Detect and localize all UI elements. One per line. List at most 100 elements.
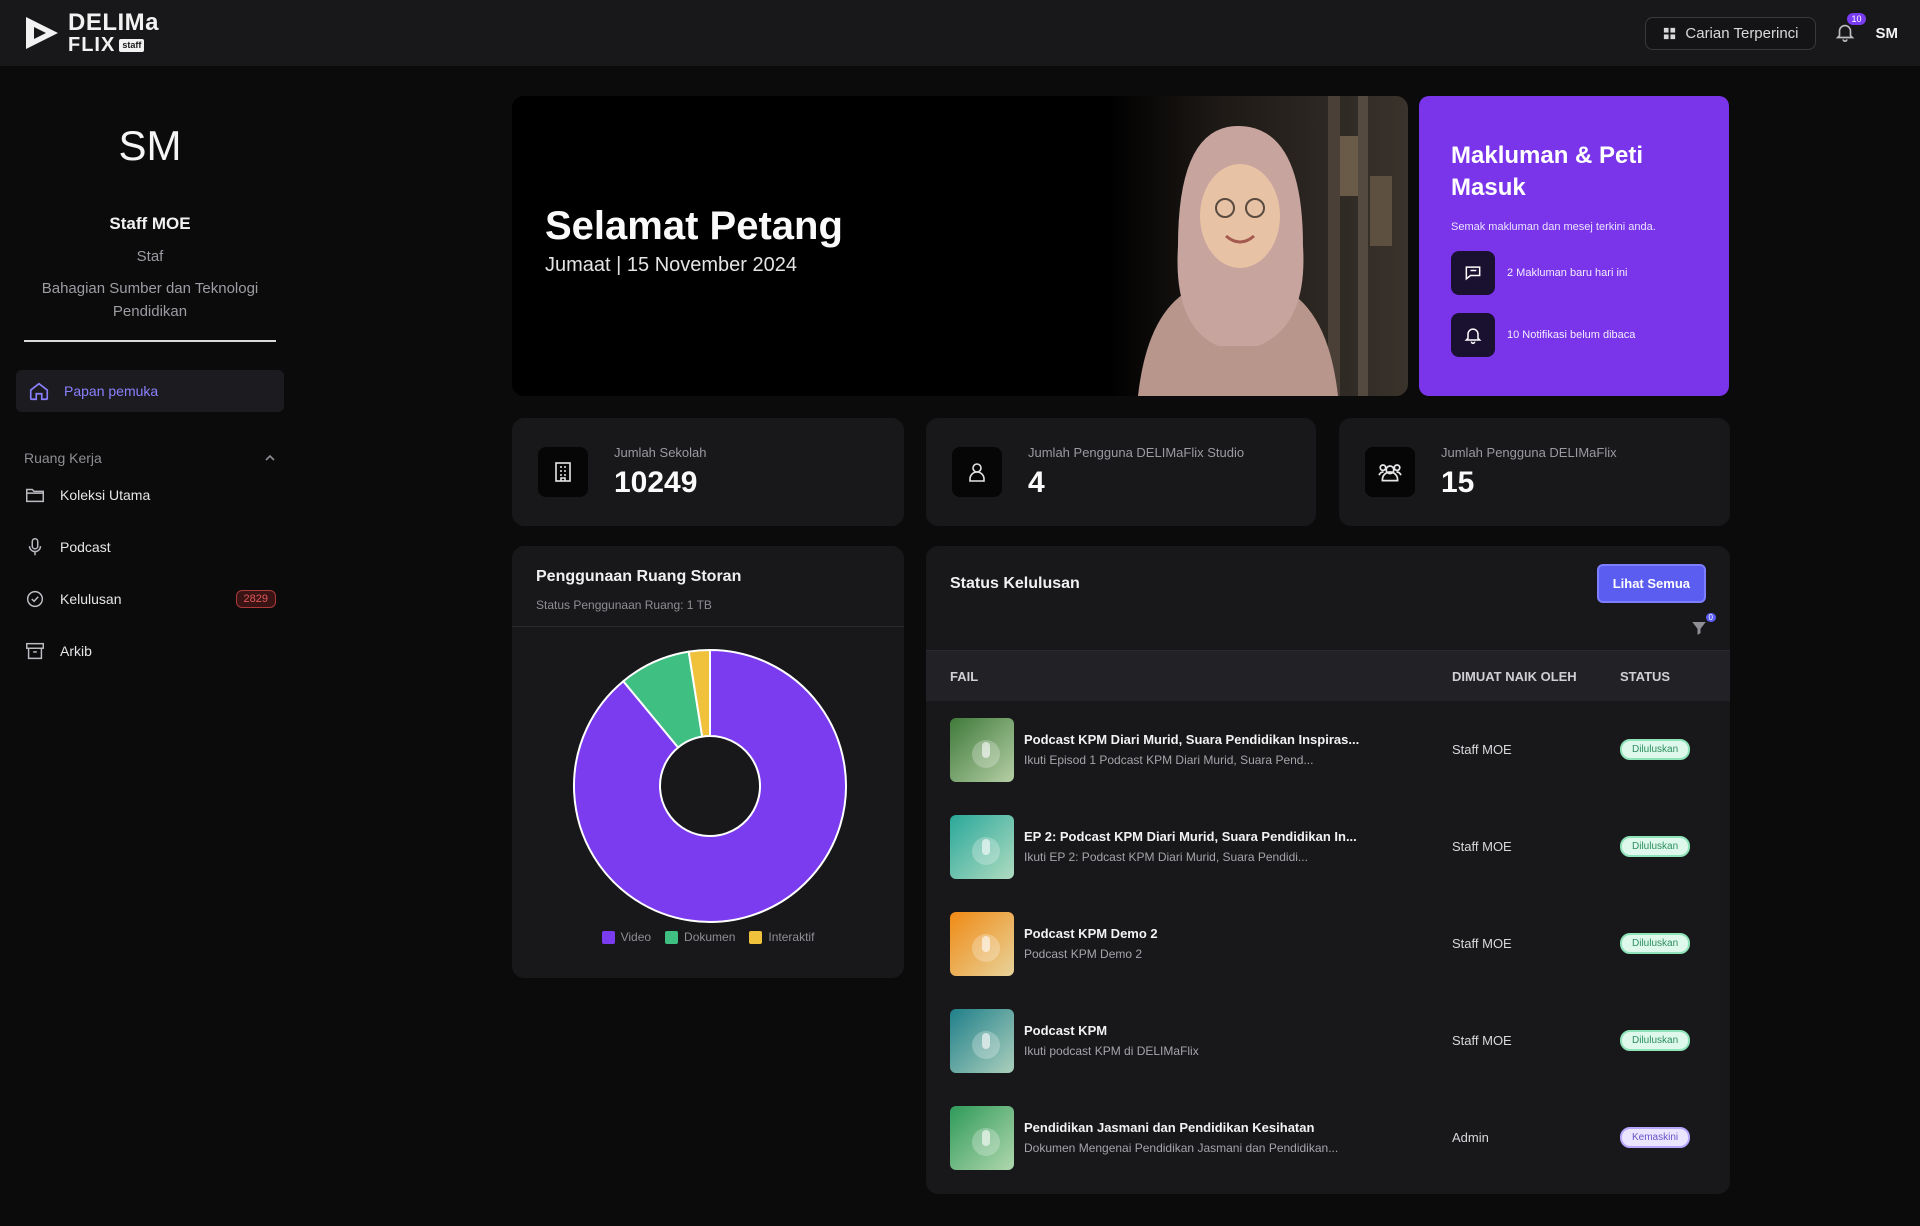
profile-role: Staf xyxy=(136,248,164,265)
notice-messages-text: 2 Makluman baru hari ini xyxy=(1507,266,1628,279)
legend-swatch xyxy=(601,930,615,944)
logo-text-delima: DELIMa xyxy=(68,9,160,36)
bell-icon xyxy=(1451,312,1495,357)
chart-legend: Video Dokumen Interaktif xyxy=(512,930,904,944)
storage-title: Penggunaan Ruang Storan xyxy=(536,568,742,585)
file-title: EP 2: Podcast KPM Diari Murid, Suara Pen… xyxy=(1024,829,1357,844)
filter-count-badge: 0 xyxy=(1705,613,1716,622)
greeting-date: Jumaat | 15 November 2024 xyxy=(545,254,798,276)
sidebar-item-label: Arkib xyxy=(60,642,92,659)
uploaded-by: Staff MOE xyxy=(1452,839,1512,854)
stat-label: Jumlah Sekolah xyxy=(614,444,707,460)
sidebar-item-label: Podcast xyxy=(60,538,111,555)
microphone-icon xyxy=(28,537,42,555)
file-description: Dokumen Mengenai Pendidikan Jasmani dan … xyxy=(1024,1141,1339,1155)
file-title: Podcast KPM Diari Murid, Suara Pendidika… xyxy=(1024,732,1360,747)
users-icon xyxy=(1365,447,1415,497)
file-thumbnail xyxy=(950,911,1014,976)
uploaded-by: Admin xyxy=(1452,1130,1489,1145)
notification-badge: 10 xyxy=(1847,13,1866,25)
profile-name: Staff MOE xyxy=(109,214,191,233)
check-circle-icon xyxy=(26,590,44,607)
archive-icon xyxy=(26,642,44,659)
sidebar-item-koleksi-utama[interactable]: Koleksi Utama xyxy=(16,472,284,518)
storage-subtitle: Status Penggunaan Ruang: 1 TB xyxy=(536,598,712,612)
sidebar: SM Staff MOE Staf Bahagian Sumber dan Te… xyxy=(0,66,300,1226)
notice-notifications-text: 10 Notifikasi belum dibaca xyxy=(1507,328,1636,341)
stat-value: 15 xyxy=(1441,465,1475,499)
column-header-status[interactable]: STATUS xyxy=(1620,669,1670,684)
table-header: FAIL DIMUAT NAIK OLEH STATUS xyxy=(926,651,1730,701)
notice-messages-row[interactable]: 2 Makluman baru hari ini xyxy=(1451,250,1697,295)
building-icon xyxy=(538,447,588,497)
delimaflix-logo[interactable]: DELIMa FLIX staff xyxy=(22,11,159,55)
notice-title: Makluman & Peti Masuk xyxy=(1451,142,1644,202)
user-icon xyxy=(952,447,1002,497)
top-bar: DELIMa FLIX staff Carian Terperinci 10 S… xyxy=(0,0,1920,66)
uploaded-by: Staff MOE xyxy=(1452,1033,1512,1048)
legend-item-interaktif[interactable]: Interaktif xyxy=(749,930,814,944)
user-avatar[interactable]: SM xyxy=(1876,25,1899,42)
workspace-section-toggle[interactable]: Ruang Kerja xyxy=(16,450,284,466)
table-row[interactable]: Podcast KPM Diari Murid, Suara Pendidika… xyxy=(926,701,1730,798)
sidebar-item-dashboard[interactable]: Papan pemuka xyxy=(16,369,284,412)
logo-staff-tag: staff xyxy=(119,38,145,52)
stat-label: Jumlah Pengguna DELIMaFlix Studio xyxy=(1028,444,1245,460)
legend-swatch xyxy=(749,930,763,944)
approval-status-card: Status Kelulusan Lihat Semua 0 FAIL DIMU… xyxy=(926,546,1730,1194)
legend-item-dokumen[interactable]: Dokumen xyxy=(665,930,735,944)
status-badge: Diluluskan xyxy=(1620,933,1691,954)
table-row[interactable]: Podcast KPM Demo 2 Podcast KPM Demo 2 St… xyxy=(926,895,1730,992)
workspace-label: Ruang Kerja xyxy=(24,449,102,466)
table-body: Podcast KPM Diari Murid, Suara Pendidika… xyxy=(926,701,1730,1186)
file-title: Podcast KPM xyxy=(1024,1023,1108,1038)
stat-card-studio-users: Jumlah Pengguna DELIMaFlix Studio 4 xyxy=(926,418,1316,526)
search-filter-icon xyxy=(1664,27,1676,39)
profile-department: Bahagian Sumber dan Teknologi Pendidikan xyxy=(41,280,259,321)
announcements-inbox-card[interactable]: Makluman & Peti Masuk Semak makluman dan… xyxy=(1419,96,1729,396)
legend-label: Video xyxy=(620,930,652,944)
file-description: Ikuti Episod 1 Podcast KPM Diari Murid, … xyxy=(1024,753,1314,767)
file-thumbnail xyxy=(950,1008,1014,1073)
sidebar-item-kelulusan[interactable]: Kelulusan 2829 xyxy=(16,576,284,622)
logo-text-flix: FLIX xyxy=(68,34,116,56)
folder-icon xyxy=(26,488,44,502)
table-row[interactable]: EP 2: Podcast KPM Diari Murid, Suara Pen… xyxy=(926,798,1730,895)
sidebar-item-arkib[interactable]: Arkib xyxy=(16,628,284,674)
table-row[interactable]: Podcast KPM Ikuti podcast KPM di DELIMaF… xyxy=(926,992,1730,1089)
legend-label: Interaktif xyxy=(768,930,815,944)
column-header-uploaded-by[interactable]: DIMUAT NAIK OLEH xyxy=(1452,669,1620,684)
table-row[interactable]: Pendidikan Jasmani dan Pendidikan Kesiha… xyxy=(926,1089,1730,1186)
legend-label: Dokumen xyxy=(684,930,736,944)
see-all-button[interactable]: Lihat Semua xyxy=(1596,564,1706,603)
notice-notifications-row[interactable]: 10 Notifikasi belum dibaca xyxy=(1451,312,1697,357)
stat-card-users: Jumlah Pengguna DELIMaFlix 15 xyxy=(1339,418,1730,526)
storage-usage-card: Penggunaan Ruang Storan Status Penggunaa… xyxy=(512,546,904,978)
uploaded-by: Staff MOE xyxy=(1452,936,1512,951)
notification-button[interactable]: 10 xyxy=(1834,13,1866,45)
sidebar-item-label: Kelulusan xyxy=(60,590,122,607)
filter-icon[interactable] xyxy=(1690,619,1708,637)
file-title: Pendidikan Jasmani dan Pendidikan Kesiha… xyxy=(1024,1120,1315,1135)
play-logo-icon xyxy=(26,17,58,49)
staff-portrait-image xyxy=(1108,96,1408,396)
chevron-up-icon xyxy=(265,454,275,461)
profile-divider xyxy=(24,339,276,342)
stat-card-schools: Jumlah Sekolah 10249 xyxy=(512,418,904,526)
stat-value: 10249 xyxy=(614,465,698,499)
profile-avatar: SM xyxy=(118,122,182,169)
file-description: Podcast KPM Demo 2 xyxy=(1024,947,1143,961)
status-badge: Diluluskan xyxy=(1620,1030,1691,1051)
sidebar-item-label: Koleksi Utama xyxy=(60,486,151,503)
status-badge: Diluluskan xyxy=(1620,836,1691,857)
stat-label: Jumlah Pengguna DELIMaFlix xyxy=(1441,444,1617,460)
status-badge: Diluluskan xyxy=(1620,739,1691,760)
notice-subtitle: Semak makluman dan mesej terkini anda. xyxy=(1451,220,1656,233)
legend-item-video[interactable]: Video xyxy=(601,930,652,944)
sidebar-item-podcast[interactable]: Podcast xyxy=(16,524,284,570)
advanced-search-button[interactable]: Carian Terperinci xyxy=(1645,16,1816,50)
file-thumbnail xyxy=(950,814,1014,879)
approval-status-title: Status Kelulusan xyxy=(950,574,1080,592)
welcome-banner: Selamat Petang Jumaat | 15 November 2024 xyxy=(512,96,1408,396)
column-header-file[interactable]: FAIL xyxy=(950,669,1452,684)
